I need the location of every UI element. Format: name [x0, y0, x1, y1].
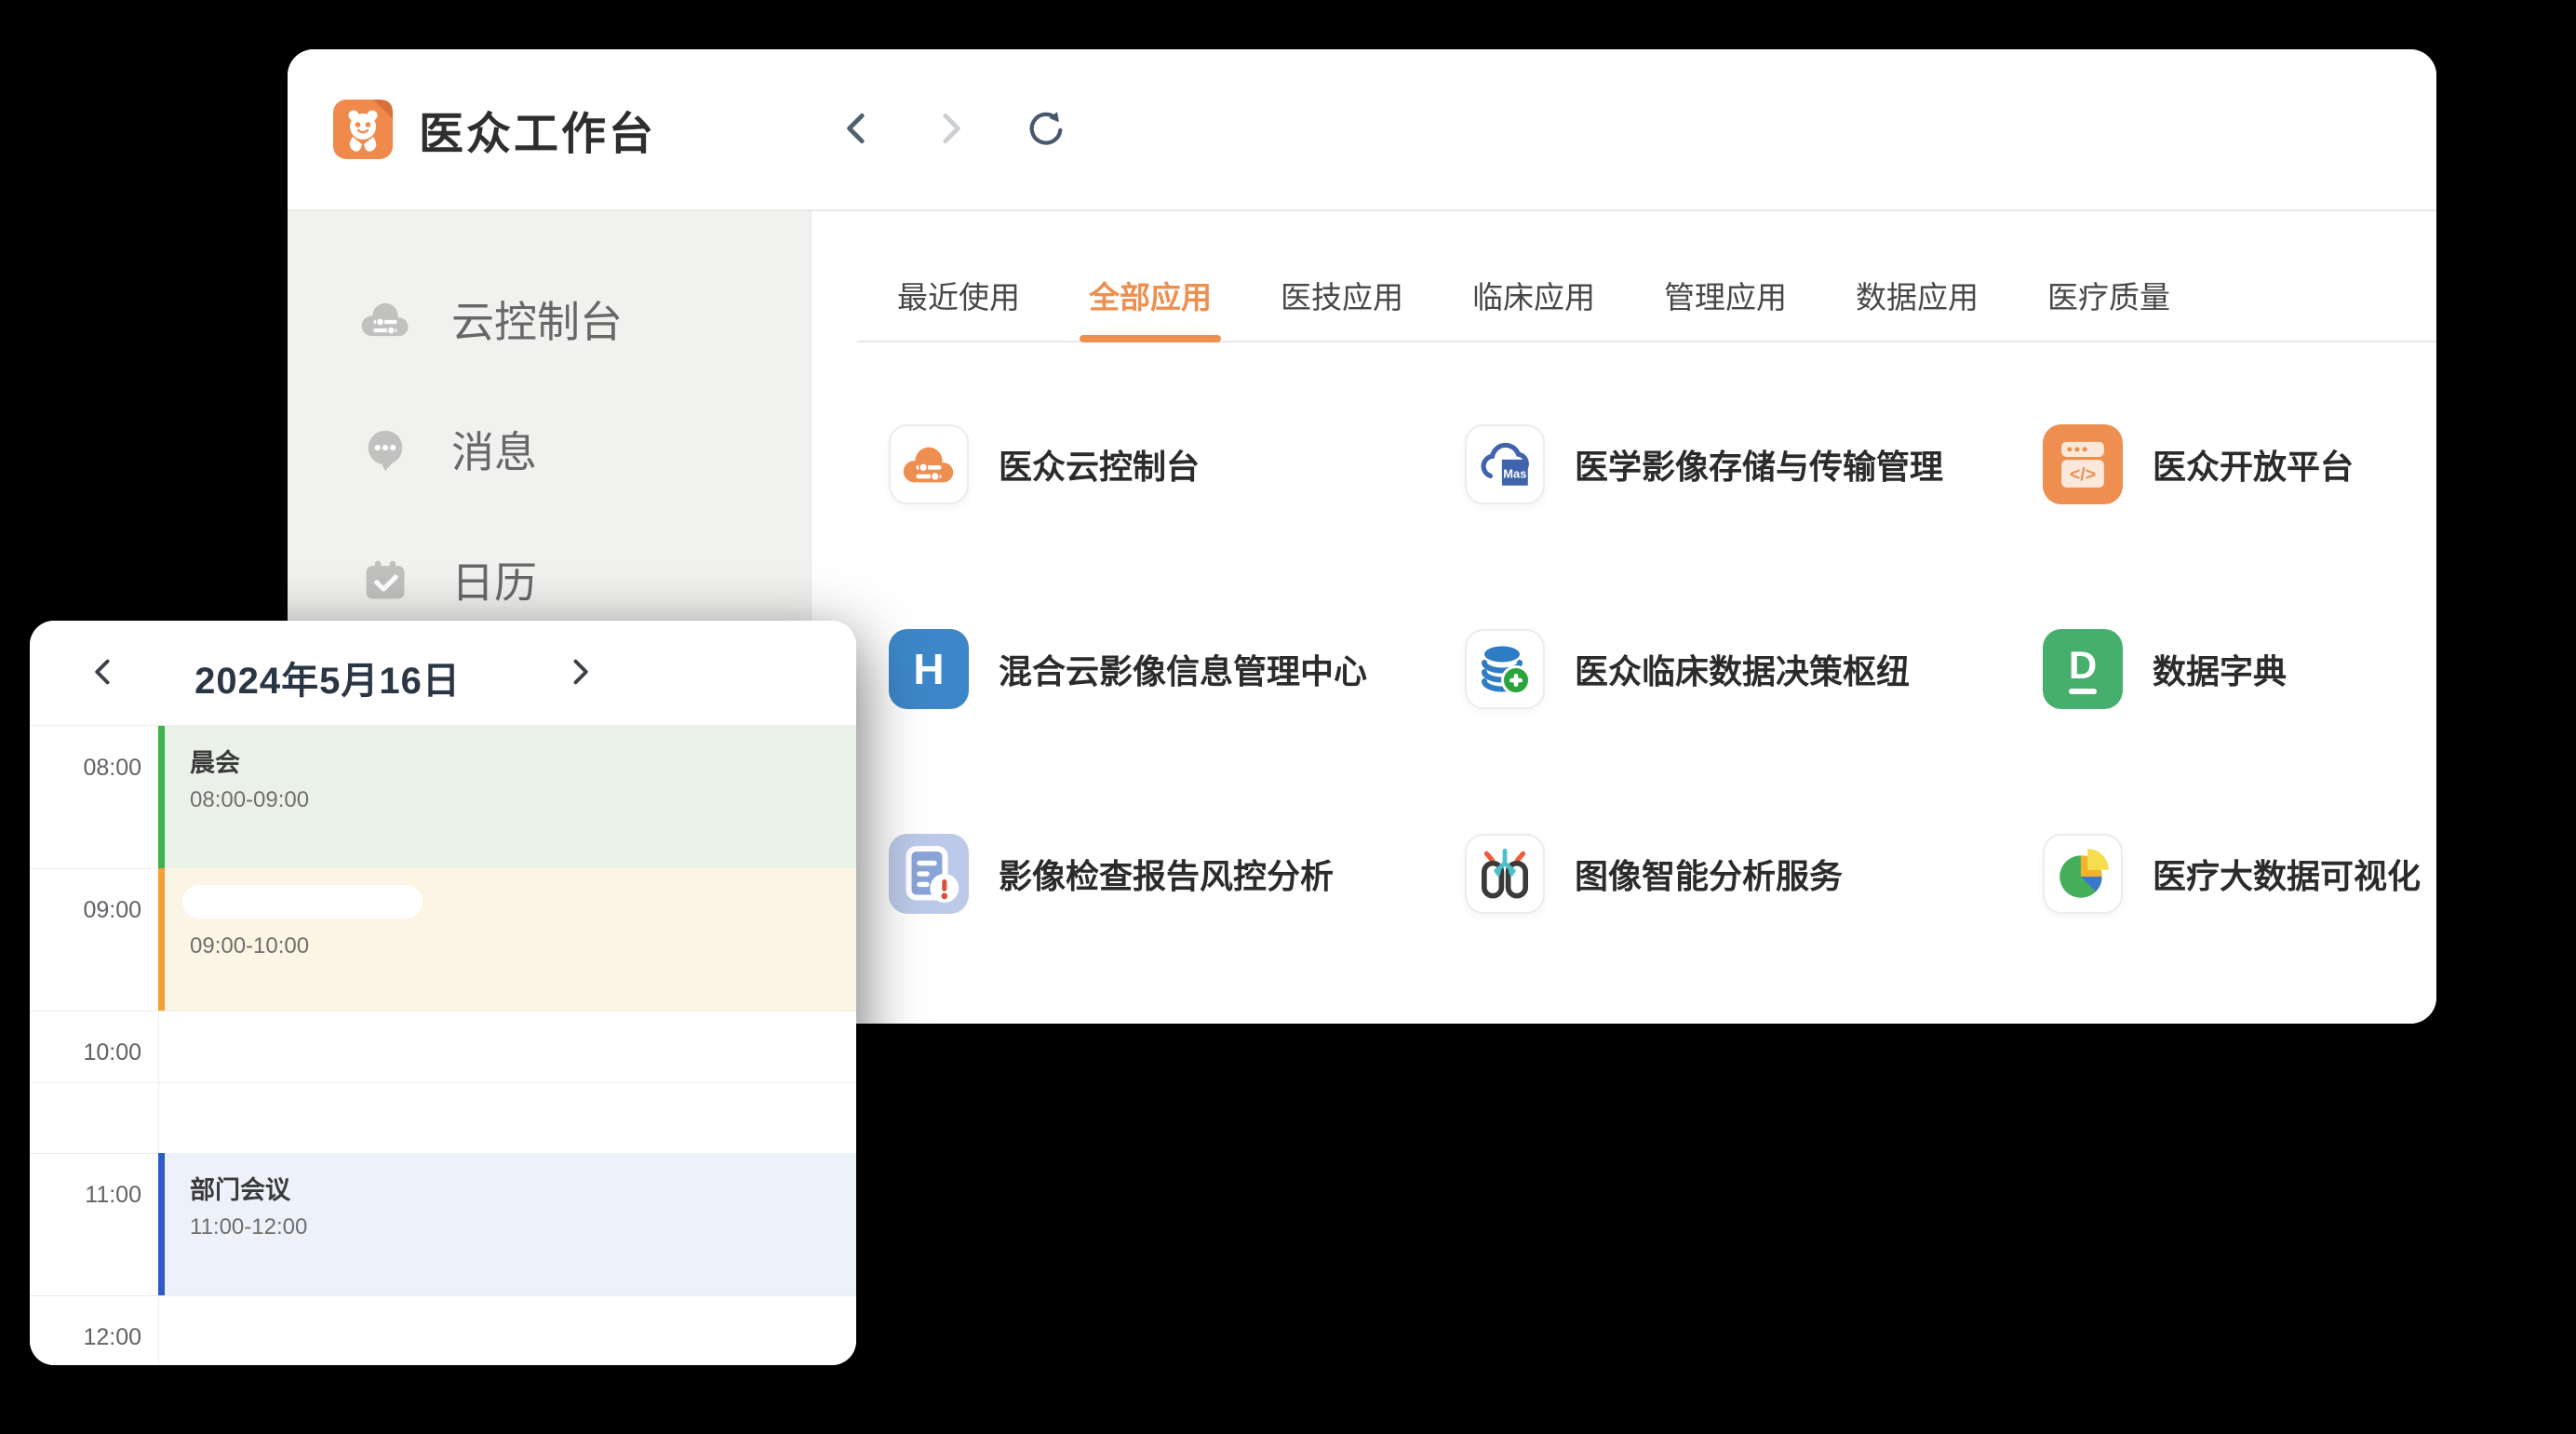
sidebar-item-cloud-console[interactable]: 云控制台	[288, 276, 811, 362]
event-title-redacted	[182, 885, 423, 918]
time-label: 09:00	[30, 897, 141, 924]
app-category-tabs: 最近使用 全部应用 医技应用 临床应用 管理应用 数据应用 医疗质量	[857, 211, 2436, 342]
lungs-icon	[1465, 834, 1545, 914]
app-imaging-storage-transfer[interactable]: Mas 医学影像存储与传输管理	[1465, 424, 2043, 504]
chevron-left-icon	[87, 677, 119, 690]
app-hybrid-cloud-imaging[interactable]: H 混合云影像信息管理中心	[889, 629, 1465, 709]
message-bubble-icon	[358, 422, 412, 476]
refresh-button[interactable]	[1018, 101, 1072, 158]
cloud-sliders-icon	[889, 424, 969, 504]
app-label: 图像智能分析服务	[1575, 850, 1843, 898]
calendar-panel: 2024年5月16日 08:00 09:00 10:00 11:00 12:00	[30, 621, 856, 1365]
time-label: 08:00	[30, 755, 141, 782]
app-report-risk-analysis[interactable]: 影像检查报告风控分析	[889, 834, 1465, 914]
refresh-icon	[1024, 107, 1067, 153]
app-label: 影像检查报告风控分析	[999, 850, 1334, 898]
browser-nav	[832, 49, 1072, 209]
event-accent-bar	[158, 868, 165, 1011]
app-cloud-console[interactable]: 医众云控制台	[889, 424, 1465, 504]
app-data-dictionary[interactable]: D 数据字典	[2043, 629, 2436, 709]
hour-gridline	[30, 1295, 856, 1296]
event-title: 晨会	[190, 743, 856, 779]
tab-data-apps[interactable]: 数据应用	[1856, 273, 1979, 317]
event-accent-bar	[158, 726, 165, 868]
calendar-header: 2024年5月16日	[30, 621, 856, 726]
hour-gridline	[30, 1011, 856, 1012]
calendar-prev-day-button[interactable]	[84, 652, 123, 694]
app-label: 医众开放平台	[2153, 440, 2354, 489]
sidebar-item-calendar[interactable]: 日历	[288, 537, 811, 623]
app-bigdata-visualization[interactable]: 医疗大数据可视化	[2043, 834, 2436, 914]
app-grid: 医众云控制台 Mas 医学影像存储与传输管理	[812, 342, 2436, 914]
sidebar-item-messages[interactable]: 消息	[288, 407, 811, 492]
cloud-mas-icon: Mas	[1465, 424, 1545, 504]
tab-medical-quality[interactable]: 医疗质量	[2047, 273, 2170, 317]
chevron-right-icon	[564, 677, 596, 690]
back-button[interactable]	[832, 103, 882, 156]
dictionary-d-icon: D	[2043, 629, 2123, 709]
pie-chart-icon	[2043, 834, 2123, 914]
app-label: 医众云控制台	[999, 440, 1200, 489]
time-label: 12:00	[30, 1324, 141, 1351]
app-logo-icon	[333, 100, 393, 159]
calendar-event-department-meeting[interactable]: 部门会议 11:00-12:00	[158, 1153, 856, 1295]
database-add-icon	[1465, 629, 1545, 709]
app-clinical-data-hub[interactable]: 医众临床数据决策枢纽	[1465, 629, 2043, 709]
half-hour-gridline	[30, 1082, 856, 1083]
sidebar-item-label: 日历	[451, 549, 537, 610]
calendar-day-view: 08:00 09:00 10:00 11:00 12:00 晨会 08:00-0…	[30, 726, 856, 1365]
cloud-settings-icon	[358, 292, 412, 346]
app-label: 数据字典	[2153, 645, 2287, 693]
event-title: 部门会议	[190, 1170, 856, 1206]
event-time: 08:00-09:00	[190, 787, 856, 813]
tab-medtech-apps[interactable]: 医技应用	[1281, 273, 1403, 317]
code-window-icon: </>	[2043, 424, 2123, 504]
report-alert-icon	[889, 834, 969, 914]
app-label: 医疗大数据可视化	[2153, 850, 2421, 898]
event-time: 09:00-10:00	[190, 933, 856, 959]
tab-clinical-apps[interactable]: 临床应用	[1472, 273, 1595, 317]
letter-h-icon: H	[889, 629, 969, 709]
time-label: 11:00	[30, 1182, 141, 1209]
tab-management-apps[interactable]: 管理应用	[1664, 273, 1787, 317]
calendar-check-icon	[358, 553, 412, 607]
app-label: 医众临床数据决策枢纽	[1575, 645, 1910, 693]
event-time: 11:00-12:00	[190, 1214, 856, 1240]
calendar-event-morning-meeting[interactable]: 晨会 08:00-09:00	[158, 726, 856, 868]
app-label: 医学影像存储与传输管理	[1575, 440, 1943, 489]
window-header: 医众工作台	[288, 49, 2436, 211]
chevron-left-icon	[838, 109, 877, 151]
tab-recently-used[interactable]: 最近使用	[897, 273, 1020, 317]
content-area: 最近使用 全部应用 医技应用 临床应用 管理应用 数据应用 医疗质量	[812, 211, 2436, 1024]
app-image-ai-analysis[interactable]: 图像智能分析服务	[1465, 834, 2043, 914]
forward-button[interactable]	[925, 103, 975, 156]
calendar-date: 2024年5月16日	[123, 650, 532, 704]
chevron-right-icon	[931, 109, 970, 151]
sidebar-item-label: 消息	[451, 419, 537, 480]
svg-text:Mas: Mas	[1503, 466, 1526, 480]
calendar-event-redacted[interactable]: 09:00-10:00	[158, 868, 856, 1011]
time-label: 10:00	[30, 1039, 141, 1066]
sidebar-item-label: 云控制台	[451, 288, 623, 350]
calendar-next-day-button[interactable]	[560, 652, 599, 694]
app-open-platform[interactable]: </> 医众开放平台	[2043, 424, 2436, 504]
app-title: 医众工作台	[419, 97, 656, 162]
svg-text:</>: </>	[2070, 464, 2096, 485]
app-label: 混合云影像信息管理中心	[999, 645, 1367, 693]
event-accent-bar	[158, 1153, 165, 1295]
tab-all-apps[interactable]: 全部应用	[1089, 273, 1212, 317]
